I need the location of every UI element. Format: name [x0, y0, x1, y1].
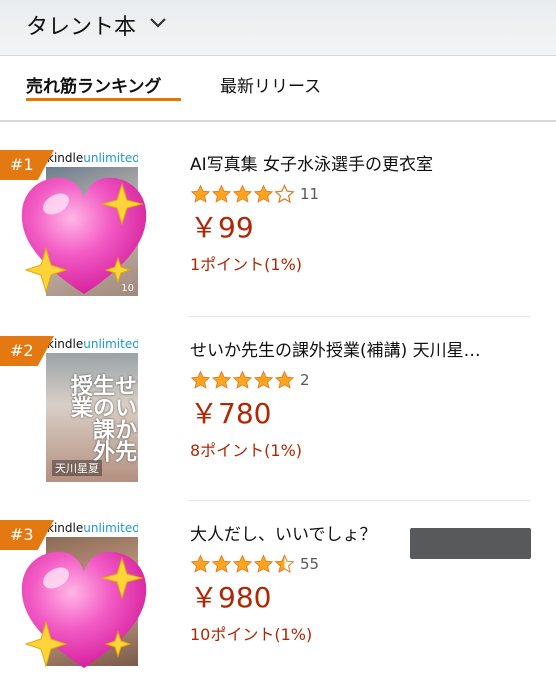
star-full-icon — [253, 370, 274, 390]
price: ￥980 — [190, 581, 272, 614]
ku-highlight: indle — [53, 521, 84, 535]
tab-new-releases[interactable]: 最新リリース — [220, 76, 321, 98]
rating-count[interactable]: 55 — [300, 554, 319, 574]
star-half-icon — [274, 554, 295, 574]
points: 10ポイント(1%) — [190, 625, 313, 644]
rating-count[interactable]: 2 — [300, 370, 310, 390]
book-title[interactable]: 大人だし、いいでしょ？ — [190, 524, 377, 546]
ranking-item[interactable]: kindleunlimited 10 #1 AI写真集 女子水泳選手の更衣室 1… — [0, 150, 556, 310]
book-title[interactable]: せいか先生の課外授業(補講) 天川星… — [190, 340, 481, 362]
star-full-icon — [211, 184, 232, 204]
star-full-icon — [190, 554, 211, 574]
price: ￥780 — [190, 397, 272, 430]
book-title[interactable]: AI写真集 女子水泳選手の更衣室 — [190, 154, 433, 176]
star-empty-icon — [274, 184, 295, 204]
ku-highlight: indle — [53, 151, 84, 165]
ku-suffix: unlimited — [83, 521, 138, 535]
ku-suffix: unlimited — [83, 337, 138, 351]
kindle-unlimited-badge: kindleunlimited — [46, 150, 138, 167]
price: ￥99 — [190, 211, 254, 244]
star-rating[interactable] — [190, 184, 295, 204]
tab-bestsellers[interactable]: 売れ筋ランキング — [26, 76, 162, 98]
redaction-block — [410, 528, 531, 559]
ranking-item[interactable]: kindleunlimited せいか先生の課外授業 天川星夏 #2 せいか先生… — [0, 316, 556, 496]
chevron-down-icon[interactable] — [149, 16, 167, 30]
item-divider — [188, 500, 530, 501]
tabs-divider — [0, 120, 556, 122]
rating-count[interactable]: 11 — [300, 184, 319, 204]
ku-highlight: indle — [53, 337, 84, 351]
heart-sparkle-icon — [14, 540, 154, 680]
star-rating[interactable] — [190, 554, 295, 574]
ku-suffix: unlimited — [83, 151, 138, 165]
star-full-icon — [190, 184, 211, 204]
book-cover[interactable]: kindleunlimited せいか先生の課外授業 天川星夏 — [46, 336, 138, 482]
item-divider — [188, 316, 530, 317]
star-full-icon — [253, 184, 274, 204]
category-header[interactable]: タレント本 — [0, 0, 556, 56]
kindle-unlimited-badge: kindleunlimited — [46, 520, 138, 537]
star-full-icon — [232, 184, 253, 204]
points: 1ポイント(1%) — [190, 255, 303, 274]
category-title: タレント本 — [26, 15, 137, 40]
heart-sparkle-icon — [14, 166, 154, 306]
cover-title: せいか先生の課外授業 — [67, 374, 136, 462]
star-full-icon — [190, 370, 211, 390]
star-full-icon — [232, 370, 253, 390]
active-tab-indicator — [26, 98, 181, 101]
star-rating[interactable] — [190, 370, 295, 390]
star-full-icon — [253, 554, 274, 574]
points: 8ポイント(1%) — [190, 441, 303, 460]
star-full-icon — [274, 370, 295, 390]
ranking-item[interactable]: kindleunlimited #3 大人だし、いいでしょ？ 55 ￥980 1… — [0, 500, 556, 680]
star-full-icon — [232, 554, 253, 574]
kindle-unlimited-badge: kindleunlimited — [46, 336, 138, 353]
star-full-icon — [211, 370, 232, 390]
star-full-icon — [211, 554, 232, 574]
cover-author: 天川星夏 — [52, 460, 102, 476]
